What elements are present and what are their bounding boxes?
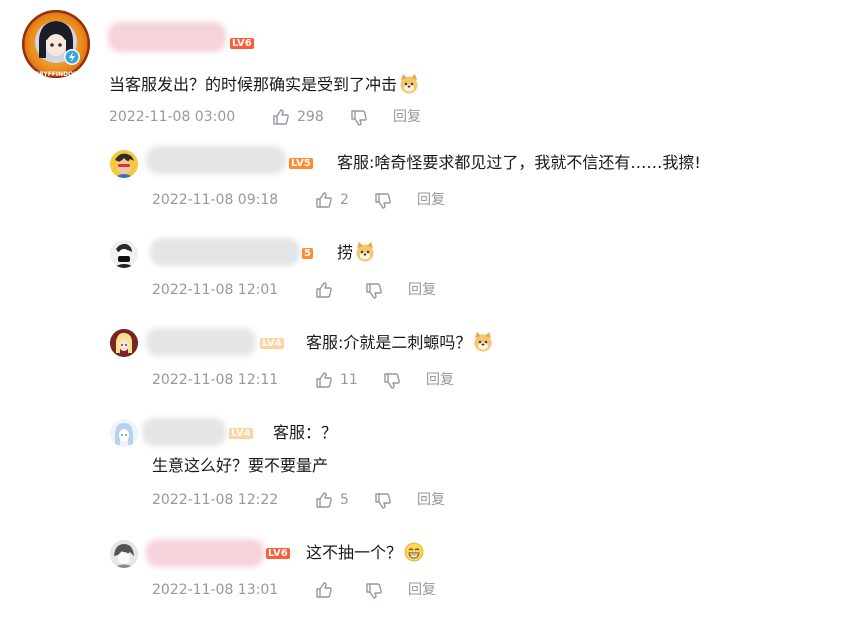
grin-emoji-icon bbox=[404, 542, 424, 562]
username-blurred[interactable] bbox=[150, 238, 300, 266]
reply-text: 这不抽一个？ bbox=[306, 542, 424, 564]
thumbs-up-icon[interactable] bbox=[315, 581, 333, 599]
reply-text-line2: 生意这么好？要不要量产 bbox=[152, 456, 329, 475]
reply-time: 2022-11-08 09:18 bbox=[152, 192, 279, 208]
avatar[interactable] bbox=[110, 150, 138, 178]
thumbs-up-icon[interactable] bbox=[315, 491, 333, 509]
thumbs-down-icon[interactable] bbox=[365, 282, 383, 300]
thumbs-down-icon[interactable] bbox=[374, 192, 392, 210]
thumbs-down-icon[interactable] bbox=[374, 492, 392, 510]
username-blurred[interactable] bbox=[108, 22, 226, 52]
comment-time: 2022-11-08 03:00 bbox=[109, 109, 236, 125]
comment-text-content: 当客服发出？的时候那确实是受到了冲击 bbox=[109, 75, 398, 94]
like-count: 11 bbox=[340, 372, 358, 388]
comment-text: 当客服发出？的时候那确实是受到了冲击 bbox=[109, 74, 419, 96]
level-badge: LV6 bbox=[230, 38, 254, 49]
username-blurred[interactable] bbox=[146, 328, 256, 356]
reply-button[interactable]: 回复 bbox=[417, 490, 445, 510]
thumbs-up-icon[interactable] bbox=[272, 108, 290, 126]
reply-text: 客服：？ bbox=[273, 423, 338, 442]
level-badge: LV6 bbox=[266, 548, 290, 559]
level-badge: LV4 bbox=[260, 338, 284, 349]
thumbs-up-icon[interactable] bbox=[315, 281, 333, 299]
like-count: 5 bbox=[340, 492, 349, 508]
doge-emoji-icon bbox=[355, 242, 375, 262]
doge-emoji-icon bbox=[399, 74, 419, 94]
level-badge: LV4 bbox=[229, 428, 253, 439]
thumbs-down-icon[interactable] bbox=[365, 582, 383, 600]
gryffindor-frame-icon bbox=[22, 10, 90, 78]
reply-text: 客服:介就是二刺螈吗？ bbox=[306, 332, 493, 354]
level-badge: 5 bbox=[302, 248, 313, 259]
like-count: 298 bbox=[297, 109, 324, 125]
avatar[interactable] bbox=[110, 540, 138, 568]
reply-button[interactable]: 回复 bbox=[393, 107, 421, 127]
thumbs-down-icon[interactable] bbox=[350, 109, 368, 127]
thumbs-up-icon[interactable] bbox=[315, 191, 333, 209]
avatar[interactable] bbox=[110, 240, 138, 268]
reply-button[interactable]: 回复 bbox=[408, 580, 436, 600]
level-badge: LV5 bbox=[289, 158, 313, 169]
reply-text-content: 捞 bbox=[337, 243, 354, 262]
reply-time: 2022-11-08 12:01 bbox=[152, 282, 279, 298]
doge-emoji-icon bbox=[473, 332, 493, 352]
username-blurred[interactable] bbox=[146, 146, 286, 174]
reply-button[interactable]: 回复 bbox=[426, 370, 454, 390]
like-count: 2 bbox=[340, 192, 349, 208]
avatar-badge-text: GRYFFINDOR bbox=[34, 71, 78, 78]
avatar[interactable] bbox=[22, 10, 90, 78]
reply-text-content: 客服:介就是二刺螈吗？ bbox=[306, 333, 472, 352]
reply-time: 2022-11-08 13:01 bbox=[152, 582, 279, 598]
reply-text: 捞 bbox=[337, 242, 375, 264]
username-blurred[interactable] bbox=[146, 539, 264, 567]
avatar[interactable] bbox=[110, 419, 138, 447]
avatar[interactable] bbox=[110, 329, 138, 357]
reply-time: 2022-11-08 12:22 bbox=[152, 492, 279, 508]
reply-text: 客服:啥奇怪要求都见过了，我就不信还有……我擦! bbox=[337, 153, 701, 172]
reply-button[interactable]: 回复 bbox=[408, 280, 436, 300]
username-blurred[interactable] bbox=[142, 418, 226, 446]
thumbs-down-icon[interactable] bbox=[383, 372, 401, 390]
reply-time: 2022-11-08 12:11 bbox=[152, 372, 279, 388]
reply-text-content: 这不抽一个？ bbox=[306, 543, 403, 562]
reply-button[interactable]: 回复 bbox=[417, 190, 445, 210]
thumbs-up-icon[interactable] bbox=[315, 371, 333, 389]
